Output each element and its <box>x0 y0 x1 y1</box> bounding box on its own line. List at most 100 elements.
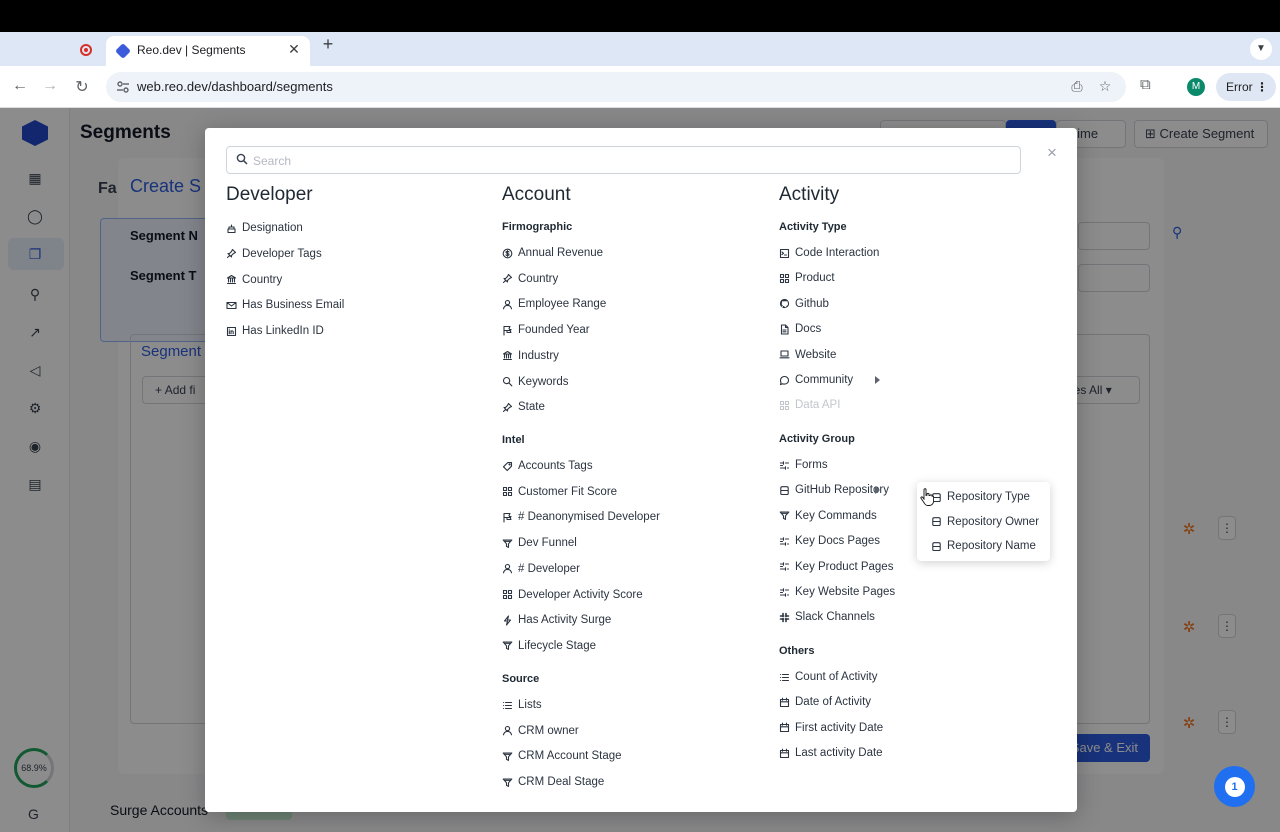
filter-option-keywords[interactable]: Keywords <box>502 373 569 391</box>
filter-option-annual-revenue[interactable]: Annual Revenue <box>502 244 603 262</box>
filter-option-first-activity-date[interactable]: First activity Date <box>779 719 883 737</box>
filter-option-count-deanonymised-developer[interactable]: # Deanonymised Developer <box>502 508 660 526</box>
filter-option-community[interactable]: Community <box>779 371 853 389</box>
filter-option-key-commands[interactable]: Key Commands <box>779 507 877 525</box>
filter-option-crm-account-stage[interactable]: CRM Account Stage <box>502 747 622 765</box>
filter-search-input[interactable] <box>253 151 1013 171</box>
filter-option-key-website-pages[interactable]: Key Website Pages <box>779 583 895 601</box>
filter-option-has-business-email[interactable]: Has Business Email <box>226 296 344 314</box>
extensions-icon[interactable]: ⧉ <box>1140 76 1151 93</box>
filter-option-has-linkedin-id[interactable]: Has LinkedIn ID <box>226 322 324 340</box>
tab-close-icon[interactable]: ✕ <box>286 41 302 58</box>
filter-option-crm-deal-stage[interactable]: CRM Deal Stage <box>502 773 604 791</box>
filter-option-key-docs-pages[interactable]: Key Docs Pages <box>779 532 880 550</box>
filter-option-slack-channels[interactable]: Slack Channels <box>779 608 875 626</box>
submenu-option-label: Repository Owner <box>947 515 1040 528</box>
filter-option-has-activity-surge[interactable]: Has Activity Surge <box>502 611 611 629</box>
filter-option-github[interactable]: Github <box>779 295 829 313</box>
close-icon[interactable]: × <box>1043 144 1061 162</box>
submenu-option-repository-owner[interactable]: Repository Owner <box>931 513 1039 531</box>
address-bar[interactable]: web.reo.dev/dashboard/segments ⎙ ☆ <box>106 72 1126 102</box>
filter-option-label: First activity Date <box>795 721 884 734</box>
filter-option-lists[interactable]: Lists <box>502 696 542 714</box>
install-app-icon[interactable]: ⎙ <box>1068 78 1086 95</box>
filter-option-docs[interactable]: Docs <box>779 320 821 338</box>
filter-option-label: Keywords <box>518 375 569 388</box>
filter-option-code-interaction[interactable]: Code Interaction <box>779 244 879 262</box>
filter-option-count-of-activity[interactable]: Count of Activity <box>779 668 877 686</box>
filter-option-data-api: Data API <box>779 396 840 414</box>
filter-option-industry[interactable]: Industry <box>502 347 559 365</box>
support-chat-bubble[interactable]: 1 <box>1214 766 1255 807</box>
flag-icon <box>503 325 512 336</box>
submenu-option-label: Repository Type <box>947 491 1030 503</box>
filter-option-label: Date of Activity <box>795 696 872 709</box>
user-icon <box>502 726 513 736</box>
filter-option-state[interactable]: State <box>502 398 545 416</box>
laptop-icon <box>779 350 790 359</box>
browser-error-button[interactable]: Error ⋮ <box>1216 73 1276 101</box>
submenu-caret-icon[interactable] <box>875 376 880 384</box>
grid-icon <box>779 273 790 283</box>
filter-option-last-activity-date[interactable]: Last activity Date <box>779 744 883 762</box>
filter-option-label: # Developer <box>518 562 581 575</box>
filter-option-label: Has LinkedIn ID <box>242 325 324 338</box>
filter-option-country[interactable]: Country <box>502 270 558 288</box>
filter-option-customer-fit-score[interactable]: Customer Fit Score <box>502 483 617 501</box>
filter-option-website[interactable]: Website <box>779 346 836 364</box>
filter-option-developer-activity-score[interactable]: Developer Activity Score <box>502 586 643 604</box>
back-arrow-icon[interactable]: ← <box>10 77 30 95</box>
filter-option-label: Developer Activity Score <box>518 588 643 601</box>
submenu-option-label: Repository Name <box>947 540 1036 552</box>
forward-arrow-icon[interactable]: → <box>40 77 60 95</box>
filter-option-key-product-pages[interactable]: Key Product Pages <box>779 558 893 576</box>
submenu-caret-icon[interactable] <box>875 486 880 495</box>
filter-option-forms[interactable]: Forms <box>779 456 828 474</box>
search-icon <box>236 153 248 165</box>
submenu-option-repository-name[interactable]: Repository Name <box>931 537 1036 555</box>
list-icon <box>502 701 513 709</box>
filter-option-label: Key Product Pages <box>795 560 894 573</box>
filter-option-employee-range[interactable]: Employee Range <box>502 295 606 313</box>
filter-group-title: Intel <box>502 434 525 446</box>
sliders-icon <box>779 562 790 571</box>
filter-option-developer-tags[interactable]: Developer Tags <box>226 245 322 263</box>
recording-icon[interactable] <box>80 44 92 56</box>
slack-icon <box>779 612 790 623</box>
filter-option-crm-owner[interactable]: CRM owner <box>502 722 579 740</box>
browser-tab-active[interactable]: Reo.dev | Segments ✕ <box>106 36 310 66</box>
filter-option-country[interactable]: Country <box>226 271 282 289</box>
dollar-icon <box>502 248 513 258</box>
screen-top-bar <box>0 0 1280 32</box>
filter-option-dev-funnel[interactable]: Dev Funnel <box>502 534 577 552</box>
filter-option-label: # Deanonymised Developer <box>518 511 660 524</box>
filter-search-box[interactable] <box>226 146 1021 174</box>
site-settings-icon[interactable] <box>116 80 130 94</box>
bookmark-star-icon[interactable]: ☆ <box>1096 78 1114 95</box>
filter-option-product[interactable]: Product <box>779 269 835 287</box>
filter-group-title: Activity Group <box>779 433 855 445</box>
filter-option-label: Code Interaction <box>795 247 880 259</box>
filter-option-date-of-activity[interactable]: Date of Activity <box>779 693 871 711</box>
repo-icon <box>932 541 941 551</box>
filter-option-label: CRM owner <box>518 724 579 737</box>
filter-option-founded-year[interactable]: Founded Year <box>502 321 590 339</box>
filter-option-count-developer[interactable]: # Developer <box>502 560 580 578</box>
pin-icon <box>226 249 237 259</box>
filter-option-label: Customer Fit Score <box>518 485 618 498</box>
filter-option-lifecycle-stage[interactable]: Lifecycle Stage <box>502 637 596 655</box>
developer-column-title: Developer <box>226 184 313 205</box>
filter-option-label: Has Business Email <box>242 299 345 312</box>
filter-option-label: Github <box>795 297 829 310</box>
funnel-icon <box>779 511 790 521</box>
reload-icon[interactable]: ↻ <box>72 77 92 97</box>
profile-avatar[interactable]: M <box>1187 78 1205 96</box>
new-tab-button[interactable]: + <box>318 34 338 55</box>
tab-search-chevron-icon[interactable]: ▼ <box>1250 38 1272 60</box>
filter-option-designation[interactable]: Designation <box>226 219 303 237</box>
filter-option-accounts-tags[interactable]: Accounts Tags <box>502 457 593 475</box>
filter-option-github-repository[interactable]: GitHub Repository <box>779 481 889 499</box>
kebab-menu-icon: ⋮ <box>1256 80 1268 94</box>
submenu-option-repository-type[interactable]: Repository Type <box>931 488 1030 506</box>
terminal-icon <box>779 248 790 258</box>
